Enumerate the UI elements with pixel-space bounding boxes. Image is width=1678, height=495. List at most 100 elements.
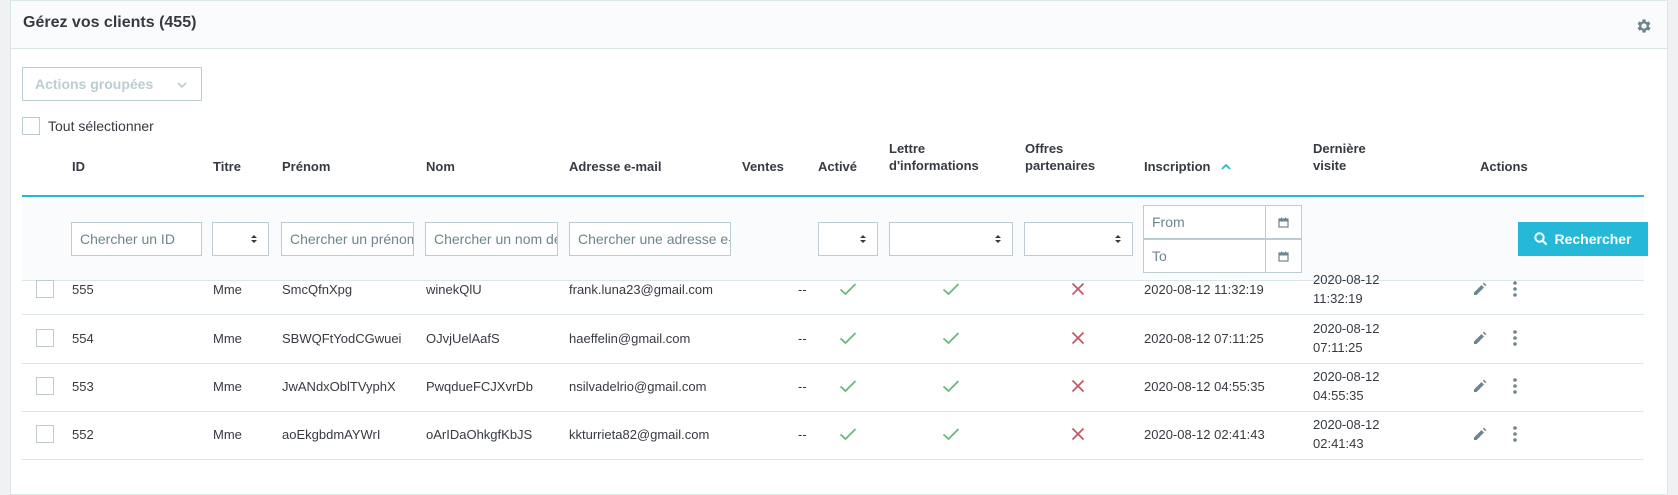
col-header-id[interactable]: ID [72,158,85,175]
cross-icon[interactable] [1068,264,1088,314]
last-visit-date: 2020-08-12 [1313,417,1380,432]
cell-last-visit: 2020-08-12 11:32:19 [1313,264,1380,314]
col-header-actions: Actions [1480,159,1528,174]
cell-title: Mme [213,281,242,297]
search-icon [1534,232,1548,246]
table-row[interactable]: 553 Mme JwANdxOblTVyphX PwqdueFCJXvrDb nsilv… [22,361,1644,412]
cell-firstname: SmcQfnXpg [282,281,353,297]
date-to-placeholder: To [1152,248,1167,264]
gear-icon[interactable] [1635,17,1653,35]
select-arrows-icon [860,235,866,243]
col-header-last-visit-line1: Dernière [1313,141,1366,156]
row-checkbox-cell [36,313,54,363]
last-visit-time: 02:41:43 [1313,436,1364,451]
col-header-active[interactable]: Activé [818,158,857,175]
cell-registration: 2020-08-12 11:32:19 [1144,281,1264,297]
cell-lastname: winekQlU [426,281,482,297]
col-header-lastname[interactable]: Nom [426,158,455,175]
last-visit-date: 2020-08-12 [1313,272,1380,287]
cell-sales: -- [798,426,807,442]
cell-email: kkturrieta82@gmail.com [569,426,710,442]
row-checkbox[interactable] [36,329,54,347]
row-checkbox[interactable] [36,377,54,395]
select-all-checkbox[interactable] [22,117,40,135]
filter-lastname-input[interactable]: Chercher un nom de famille [425,222,558,256]
cell-last-visit: 2020-08-12 07:11:25 [1313,313,1380,363]
check-icon[interactable] [941,264,961,314]
table-row[interactable]: 554 Mme SBWQFtYodCGwuei OJvjUelAafS haeffeli… [22,313,1644,364]
col-header-firstname[interactable]: Prénom [282,158,330,175]
cell-registration: 2020-08-12 07:11:25 [1144,330,1264,346]
row-checkbox[interactable] [36,280,54,298]
page-title: Gérez vos clients (455) [23,14,197,31]
edit-icon[interactable] [1472,361,1488,411]
col-header-sales[interactable]: Ventes [742,158,784,175]
cross-icon[interactable] [1068,313,1088,363]
cell-last-visit: 2020-08-12 02:41:43 [1313,409,1380,459]
col-header-title[interactable]: Titre [213,158,241,175]
more-options-icon[interactable] [1512,264,1518,314]
check-icon[interactable] [941,409,961,459]
more-options-icon[interactable] [1512,361,1518,411]
bulk-actions-dropdown[interactable]: Actions groupées [22,67,202,101]
filter-active-select[interactable] [818,222,878,256]
col-header-newsletter[interactable]: Lettre d'informations [889,140,979,174]
row-checkbox[interactable] [36,425,54,443]
check-icon[interactable] [838,409,858,459]
cross-icon[interactable] [1068,409,1088,459]
more-options-icon[interactable] [1512,409,1518,459]
cell-last-visit: 2020-08-12 04:55:35 [1313,361,1380,411]
more-options-icon[interactable] [1512,313,1518,363]
filter-email-input[interactable]: Chercher une adresse e-mail [569,222,731,256]
edit-icon[interactable] [1472,264,1488,314]
panel-header: Gérez vos clients (455) [11,1,1667,49]
cell-email: frank.luna23@gmail.com [569,281,713,297]
search-button[interactable]: Rechercher [1518,222,1648,256]
check-icon[interactable] [941,361,961,411]
filter-id-input[interactable]: Chercher un ID [71,222,202,256]
cell-title: Mme [213,378,242,394]
cell-title: Mme [213,330,242,346]
select-arrows-icon [995,235,1001,243]
last-visit-time: 07:11:25 [1313,340,1363,355]
search-button-label: Rechercher [1554,231,1632,247]
col-header-optin-line1: Offres [1025,141,1064,156]
edit-icon[interactable] [1472,313,1488,363]
cell-id: 553 [72,378,94,394]
cell-email: nsilvadelrio@gmail.com [569,378,707,394]
row-checkbox-cell [36,409,54,459]
check-icon[interactable] [838,361,858,411]
select-arrows-icon [1115,235,1121,243]
check-icon[interactable] [838,264,858,314]
filter-optin-select[interactable] [1024,222,1133,256]
last-visit-time: 04:55:35 [1313,388,1364,403]
filter-date-from-input[interactable]: From [1143,205,1302,239]
col-header-newsletter-line2: d'informations [889,158,979,173]
col-header-optin[interactable]: Offres partenaires [1025,140,1095,174]
edit-icon[interactable] [1472,409,1488,459]
filter-newsletter-select[interactable] [889,222,1013,256]
select-arrows-icon [251,235,257,243]
table-row[interactable]: 555 Mme SmcQfnXpg winekQlU frank.luna23@gmai… [22,264,1644,315]
row-checkbox-cell [36,361,54,411]
sort-asc-icon[interactable] [1220,162,1232,172]
cell-email: haeffelin@gmail.com [569,330,691,346]
col-header-last-visit[interactable]: Dernière visite [1313,140,1366,174]
col-header-email[interactable]: Adresse e-mail [569,158,662,175]
select-all[interactable]: Tout sélectionner [22,117,154,135]
check-icon[interactable] [838,313,858,363]
cross-icon[interactable] [1068,361,1088,411]
cell-id: 554 [72,330,94,346]
cell-registration: 2020-08-12 02:41:43 [1144,426,1265,442]
chevron-down-icon [177,82,187,89]
filter-title-select[interactable] [212,222,269,256]
col-header-registration[interactable]: Inscription [1144,158,1232,175]
calendar-icon[interactable] [1265,206,1301,238]
cell-lastname: OJvjUelAafS [426,330,500,346]
cell-title: Mme [213,426,242,442]
table-row[interactable]: 552 Mme aoEkgbdmAYWrI oArIDaOhkgfKbJS kkturr… [22,409,1644,460]
cell-lastname: PwqdueFCJXvrDb [426,378,533,394]
check-icon[interactable] [941,313,961,363]
filter-firstname-input[interactable]: Chercher un prénom [281,222,414,256]
cell-id: 555 [72,281,94,297]
